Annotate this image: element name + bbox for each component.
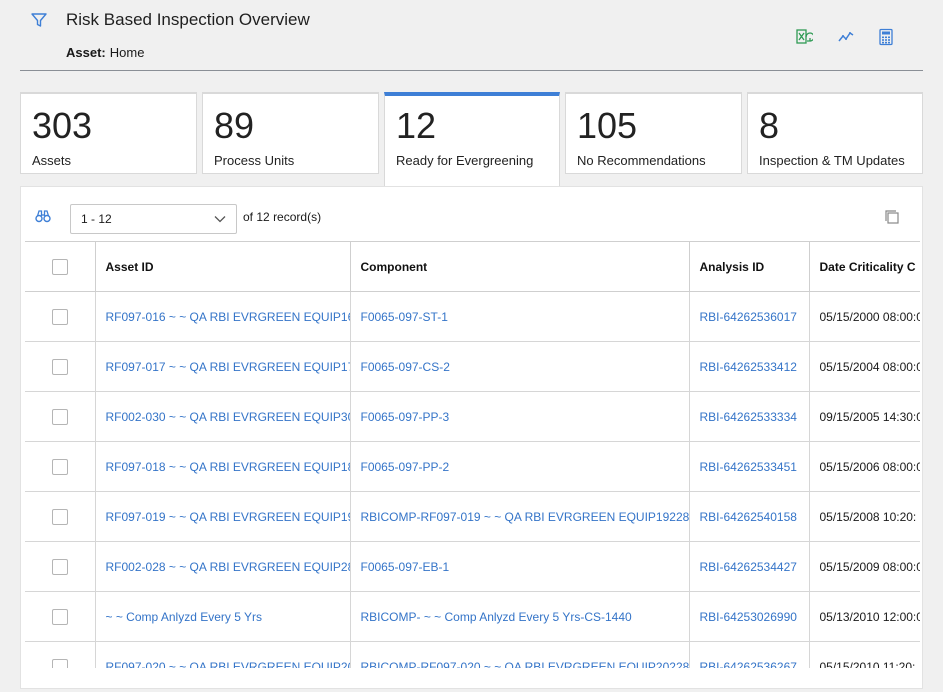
asset-breadcrumb: Asset: Home bbox=[66, 45, 144, 60]
table-row: RF002-030 ~ ~ QA RBI EVRGREEN EQUIP30 F0… bbox=[25, 391, 921, 442]
table-row: RF097-016 ~ ~ QA RBI EVRGREEN EQUIP16 F0… bbox=[25, 291, 921, 342]
table-header-row: Asset ID Component Analysis ID Date Crit… bbox=[25, 242, 920, 292]
asset-value[interactable]: Home bbox=[110, 45, 145, 60]
trend-chart-icon[interactable] bbox=[837, 28, 855, 46]
asset-id-link[interactable]: RF002-030 ~ ~ QA RBI EVRGREEN EQUIP30 bbox=[106, 410, 350, 424]
data-grid: Asset ID Component Analysis ID Date Crit… bbox=[25, 241, 920, 668]
tile-no-recommendations[interactable]: 105 No Recommendations bbox=[565, 92, 742, 174]
component-link[interactable]: F0065-097-ST-1 bbox=[361, 310, 448, 324]
table-row: RF097-020 ~ ~ QA RBI EVRGREEN EQUIP20 RB… bbox=[25, 641, 920, 669]
page-header: Risk Based Inspection Overview Asset: Hom… bbox=[0, 0, 943, 72]
row-checkbox[interactable] bbox=[51, 358, 68, 375]
date-criticality-value: 05/15/2006 08:00:0 bbox=[819, 459, 921, 474]
tile-label: Inspection & TM Updates bbox=[759, 153, 905, 168]
date-criticality-value: 05/15/2000 08:00:0 bbox=[819, 309, 921, 324]
tile-label: Assets bbox=[32, 153, 72, 168]
results-panel: 1 - 12 of 12 record(s) Asset ID Componen… bbox=[20, 186, 923, 689]
asset-id-link[interactable]: RF097-017 ~ ~ QA RBI EVRGREEN EQUIP17 bbox=[106, 360, 350, 374]
record-range-value: 1 - 12 bbox=[81, 212, 112, 226]
asset-id-link[interactable]: ~ ~ Comp Anlyzd Every 5 Yrs bbox=[106, 610, 263, 624]
asset-id-link[interactable]: RF097-020 ~ ~ QA RBI EVRGREEN EQUIP20 bbox=[106, 660, 350, 669]
tile-value: 12 bbox=[396, 105, 437, 146]
row-checkbox[interactable] bbox=[51, 608, 68, 625]
page-title: Risk Based Inspection Overview bbox=[66, 10, 310, 29]
binoculars-icon[interactable] bbox=[35, 209, 51, 223]
component-link[interactable]: RBICOMP-RF097-019 ~ ~ QA RBI EVRGREEN EQ… bbox=[361, 510, 689, 524]
date-criticality-value: 05/15/2009 08:00:0 bbox=[819, 559, 921, 574]
select-all-checkbox[interactable] bbox=[51, 258, 68, 275]
row-checkbox[interactable] bbox=[51, 658, 68, 668]
record-count: of 12 record(s) bbox=[243, 210, 322, 224]
table-row: RF097-018 ~ ~ QA RBI EVRGREEN EQUIP18 F0… bbox=[25, 441, 921, 492]
row-checkbox[interactable] bbox=[51, 558, 68, 575]
date-criticality-value: 09/15/2005 14:30:0 bbox=[819, 409, 921, 424]
column-header-analysis-id[interactable]: Analysis ID bbox=[689, 242, 810, 292]
component-link[interactable]: F0065-097-EB-1 bbox=[361, 560, 450, 574]
analysis-id-link[interactable]: RBI-64262533334 bbox=[700, 410, 797, 424]
table-row: RF097-017 ~ ~ QA RBI EVRGREEN EQUIP17 F0… bbox=[25, 341, 921, 392]
excel-export-icon[interactable] bbox=[795, 28, 813, 46]
component-link[interactable]: RBICOMP-RF097-020 ~ ~ QA RBI EVRGREEN EQ… bbox=[361, 660, 689, 669]
component-link[interactable]: F0065-097-CS-2 bbox=[361, 360, 450, 374]
filter-icon[interactable] bbox=[30, 11, 48, 29]
analysis-id-link[interactable]: RBI-64262536017 bbox=[700, 310, 797, 324]
copy-icon[interactable] bbox=[884, 209, 900, 225]
date-criticality-value: 05/15/2008 10:20: bbox=[819, 509, 917, 524]
table-row: ~ ~ Comp Anlyzd Every 5 Yrs RBICOMP- ~ ~… bbox=[25, 591, 921, 642]
tile-value: 8 bbox=[759, 105, 780, 146]
tile-process-units[interactable]: 89 Process Units bbox=[202, 92, 379, 174]
analysis-id-link[interactable]: RBI-64262533451 bbox=[700, 460, 797, 474]
select-all-cell bbox=[25, 242, 96, 292]
tile-value: 303 bbox=[32, 105, 93, 146]
calculator-icon[interactable] bbox=[877, 28, 895, 46]
grid-toolbar: 1 - 12 of 12 record(s) bbox=[21, 187, 922, 241]
table-row: RF002-028 ~ ~ QA RBI EVRGREEN EQUIP28 F0… bbox=[25, 541, 921, 592]
table-row: RF097-019 ~ ~ QA RBI EVRGREEN EQUIP19 RB… bbox=[25, 491, 920, 542]
date-criticality-value: 05/15/2004 08:00:0 bbox=[819, 359, 921, 374]
column-header-date-criticality[interactable]: Date Criticality C bbox=[809, 242, 920, 292]
date-criticality-value: 05/15/2010 11:20: bbox=[819, 659, 916, 669]
row-checkbox[interactable] bbox=[51, 458, 68, 475]
tile-label: No Recommendations bbox=[577, 153, 706, 168]
component-link[interactable]: F0065-097-PP-2 bbox=[361, 460, 450, 474]
row-checkbox[interactable] bbox=[51, 508, 68, 525]
asset-id-link[interactable]: RF097-016 ~ ~ QA RBI EVRGREEN EQUIP16 bbox=[106, 310, 350, 324]
tile-value: 105 bbox=[577, 105, 638, 146]
tile-label: Process Units bbox=[214, 153, 295, 168]
component-link[interactable]: F0065-097-PP-3 bbox=[361, 410, 450, 424]
asset-id-link[interactable]: RF097-019 ~ ~ QA RBI EVRGREEN EQUIP19 bbox=[106, 510, 350, 524]
analysis-id-link[interactable]: RBI-64262534427 bbox=[700, 560, 797, 574]
asset-label: Asset: bbox=[66, 45, 106, 60]
header-divider bbox=[20, 70, 923, 71]
record-range-select[interactable]: 1 - 12 bbox=[70, 204, 237, 234]
column-header-component[interactable]: Component bbox=[350, 242, 690, 292]
chevron-down-icon bbox=[214, 216, 226, 223]
component-link[interactable]: RBICOMP- ~ ~ Comp Anlyzd Every 5 Yrs-CS-… bbox=[361, 610, 632, 624]
analysis-id-link[interactable]: RBI-64262540158 bbox=[700, 510, 797, 524]
row-checkbox[interactable] bbox=[51, 308, 68, 325]
column-header-asset-id[interactable]: Asset ID bbox=[95, 242, 351, 292]
date-criticality-value: 05/13/2010 12:00:0 bbox=[819, 609, 921, 624]
tile-inspection-tm-updates[interactable]: 8 Inspection & TM Updates bbox=[747, 92, 923, 174]
asset-id-link[interactable]: RF097-018 ~ ~ QA RBI EVRGREEN EQUIP18 bbox=[106, 460, 350, 474]
row-checkbox[interactable] bbox=[51, 408, 68, 425]
analysis-id-link[interactable]: RBI-64262533412 bbox=[700, 360, 797, 374]
tile-assets[interactable]: 303 Assets bbox=[20, 92, 197, 174]
asset-id-link[interactable]: RF002-028 ~ ~ QA RBI EVRGREEN EQUIP28 bbox=[106, 560, 350, 574]
tile-label: Ready for Evergreening bbox=[396, 153, 534, 168]
tile-value: 89 bbox=[214, 105, 255, 146]
analysis-id-link[interactable]: RBI-64262536267 bbox=[700, 660, 797, 669]
tile-ready-for-evergreening[interactable]: 12 Ready for Evergreening bbox=[384, 92, 560, 187]
analysis-id-link[interactable]: RBI-64253026990 bbox=[700, 610, 797, 624]
